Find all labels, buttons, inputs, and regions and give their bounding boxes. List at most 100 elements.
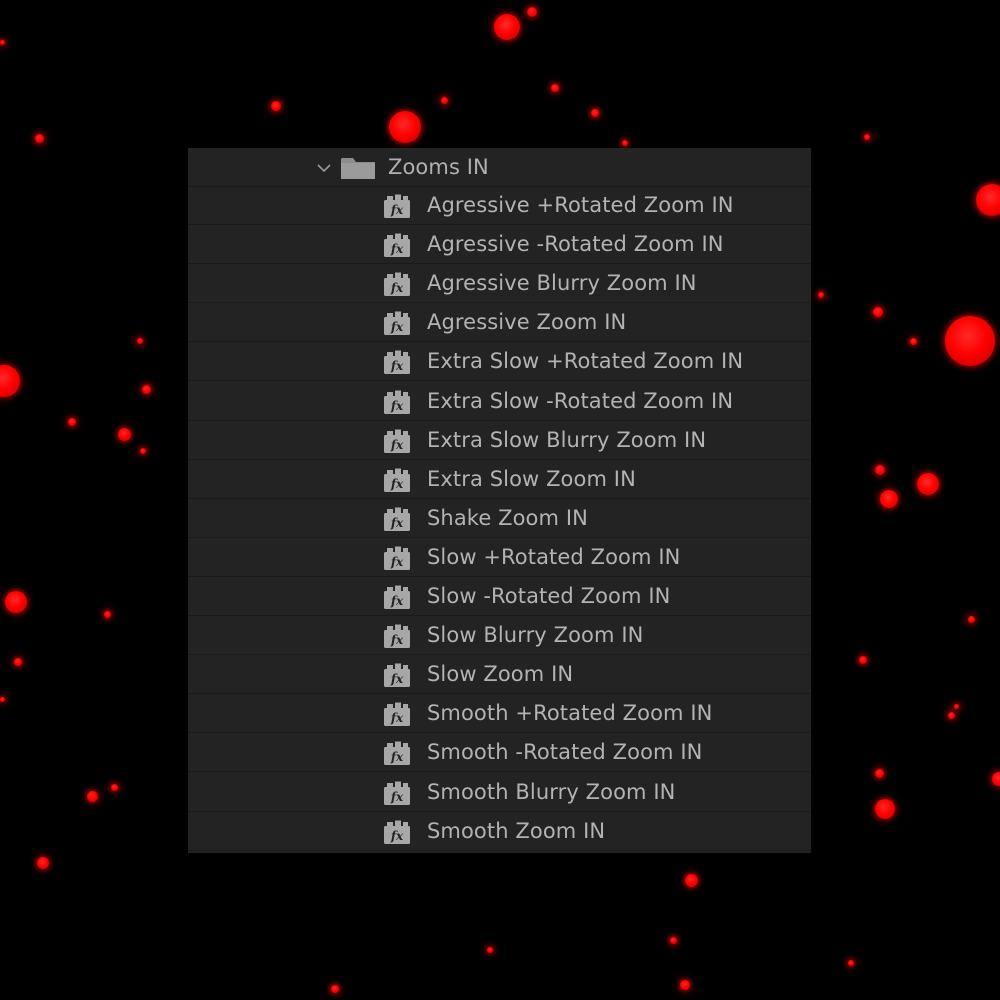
particle (917, 473, 939, 495)
preset-item[interactable]: fx Slow Blurry Zoom IN (188, 617, 811, 656)
particle (818, 292, 824, 298)
preset-item[interactable]: fx Slow +Rotated Zoom IN (188, 539, 811, 577)
particle (494, 14, 520, 40)
folder-icon (341, 158, 375, 179)
preset-item[interactable]: fx Agressive Zoom IN (188, 304, 811, 343)
preset-item[interactable]: fx Agressive Blurry Zoom IN (188, 265, 811, 304)
particle (622, 140, 628, 146)
effect-preset-fx-icon: fx (384, 624, 410, 649)
svg-text:fx: fx (390, 633, 404, 647)
folder-row-zooms-in[interactable]: Zooms IN (188, 148, 811, 187)
svg-text:fx: fx (390, 829, 404, 843)
preset-item[interactable]: fx Smooth -Rotated Zoom IN (188, 734, 811, 773)
particle (441, 97, 448, 104)
particle (945, 316, 995, 366)
effect-preset-fx-icon: fx (384, 233, 410, 258)
effect-preset-fx-icon: fx (384, 272, 410, 297)
preset-label: Agressive Zoom IN (427, 310, 627, 335)
preset-item[interactable]: fx Agressive +Rotated Zoom IN (188, 187, 811, 225)
svg-text:fx: fx (390, 790, 404, 804)
svg-text:fx: fx (390, 399, 404, 413)
particle (37, 857, 49, 869)
preset-item[interactable]: fx Agressive -Rotated Zoom IN (188, 226, 811, 265)
preset-label: Agressive -Rotated Zoom IN (427, 232, 724, 257)
particle (271, 101, 281, 111)
effect-preset-fx-icon: fx (384, 663, 410, 688)
svg-text:fx: fx (390, 594, 404, 608)
svg-text:fx: fx (390, 359, 404, 373)
preset-label: Smooth +Rotated Zoom IN (427, 701, 713, 726)
preset-item[interactable]: fx Extra Slow -Rotated Zoom IN (188, 383, 811, 421)
preset-item[interactable]: fx Smooth Zoom IN (188, 813, 811, 851)
preset-item[interactable]: fx Shake Zoom IN (188, 500, 811, 538)
particle (880, 490, 898, 508)
effect-preset-fx-icon: fx (384, 311, 410, 336)
particle (954, 704, 959, 709)
particle (118, 428, 131, 441)
preset-label: Agressive +Rotated Zoom IN (427, 193, 734, 217)
chevron-down-icon[interactable] (316, 160, 332, 176)
particle (527, 7, 537, 17)
svg-text:fx: fx (390, 672, 404, 686)
particle (992, 772, 1000, 786)
particle (0, 365, 20, 397)
preset-label: Shake Zoom IN (427, 505, 588, 530)
particle (0, 697, 5, 702)
particle (14, 658, 22, 666)
svg-text:fx: fx (390, 438, 404, 452)
particle (848, 960, 854, 966)
preset-label: Slow -Rotated Zoom IN (427, 584, 671, 608)
preset-item[interactable]: fx Slow -Rotated Zoom IN (188, 578, 811, 616)
particle (910, 338, 917, 345)
particle (104, 611, 111, 618)
svg-text:fx: fx (390, 242, 404, 256)
particle (875, 799, 895, 819)
particle (680, 980, 690, 990)
particle (873, 307, 883, 317)
particle (976, 184, 1000, 216)
preset-label: Extra Slow +Rotated Zoom IN (427, 349, 744, 374)
preset-label: Smooth Zoom IN (427, 818, 606, 843)
effect-preset-fx-icon: fx (384, 741, 410, 766)
svg-text:fx: fx (390, 750, 404, 764)
effect-preset-fx-icon: fx (384, 429, 410, 453)
particle (875, 769, 884, 778)
particle (389, 111, 421, 143)
particle (111, 784, 118, 791)
preset-item[interactable]: fx Slow Zoom IN (188, 656, 811, 695)
preset-label: Agressive Blurry Zoom IN (427, 271, 697, 296)
particle (948, 712, 955, 719)
effect-preset-fx-icon: fx (384, 546, 410, 570)
svg-text:fx: fx (390, 555, 404, 569)
preset-item[interactable]: fx Smooth Blurry Zoom IN (188, 774, 811, 812)
preset-label: Smooth -Rotated Zoom IN (427, 740, 703, 765)
effect-preset-fx-icon: fx (384, 585, 410, 609)
particle (137, 338, 143, 344)
svg-text:fx: fx (390, 281, 404, 295)
particle (685, 874, 698, 887)
effect-preset-fx-icon: fx (384, 390, 410, 414)
particle (591, 109, 599, 117)
particle (5, 591, 27, 613)
effect-preset-fx-icon: fx (384, 702, 410, 727)
particle (670, 937, 677, 944)
folder-label: Zooms IN (388, 155, 489, 179)
preset-item[interactable]: fx Smooth +Rotated Zoom IN (188, 695, 811, 734)
particle (864, 134, 870, 140)
particle (35, 134, 44, 143)
preset-label: Extra Slow Blurry Zoom IN (427, 427, 707, 452)
svg-text:fx: fx (390, 203, 404, 217)
preset-item[interactable]: fx Extra Slow +Rotated Zoom IN (188, 343, 811, 382)
preset-label: Extra Slow -Rotated Zoom IN (427, 388, 734, 413)
effect-preset-fx-icon: fx (384, 350, 410, 375)
preset-item[interactable]: fx Extra Slow Zoom IN (188, 461, 811, 499)
effect-preset-fx-icon: fx (384, 468, 410, 492)
preset-label: Smooth Blurry Zoom IN (427, 779, 676, 804)
preset-label: Slow +Rotated Zoom IN (427, 544, 681, 569)
preset-label: Slow Zoom IN (427, 662, 574, 687)
particle (87, 791, 98, 802)
particle (68, 418, 76, 426)
preset-item[interactable]: fx Extra Slow Blurry Zoom IN (188, 422, 811, 460)
effect-preset-fx-icon: fx (384, 507, 410, 531)
svg-text:fx: fx (390, 477, 404, 491)
